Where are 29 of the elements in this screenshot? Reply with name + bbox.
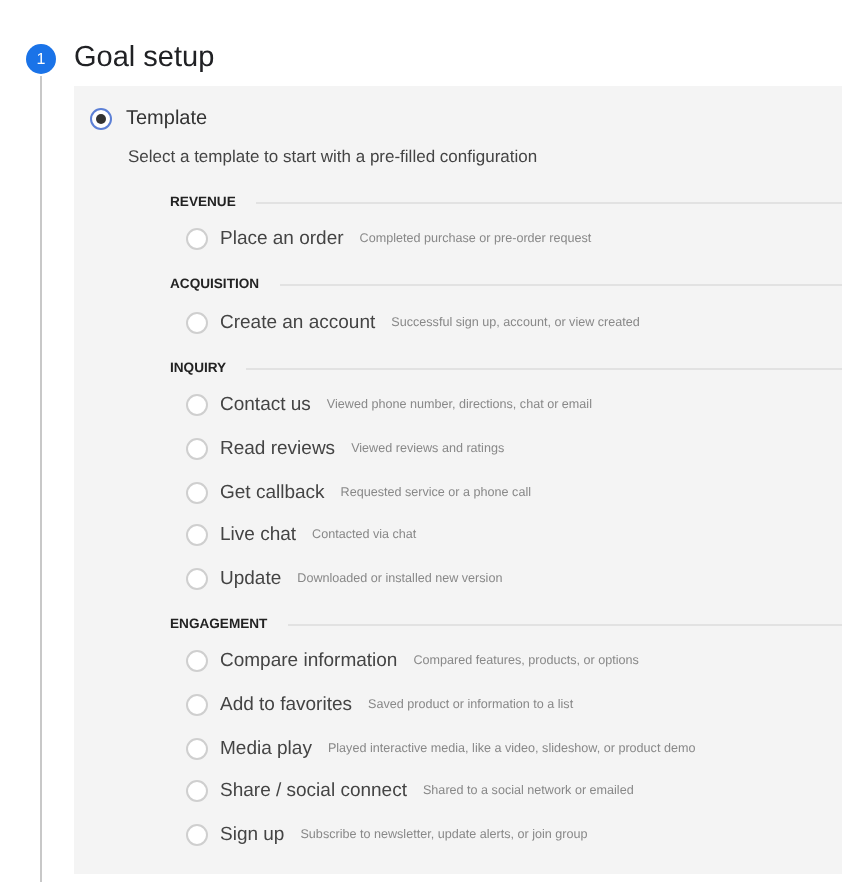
option-label[interactable]: Update bbox=[220, 567, 282, 590]
radio-button[interactable] bbox=[186, 650, 208, 673]
option-label[interactable]: Read reviews bbox=[220, 438, 336, 461]
option-label[interactable]: Live chat bbox=[220, 524, 297, 547]
radio-button[interactable] bbox=[186, 481, 208, 504]
option-label[interactable]: Create an account bbox=[220, 311, 376, 334]
radio-button[interactable] bbox=[186, 780, 208, 803]
instruction-text: Select a template to start with a pre-filled configuration bbox=[128, 146, 540, 166]
radio-button[interactable] bbox=[186, 823, 208, 846]
radio-button[interactable] bbox=[186, 438, 208, 461]
option-label[interactable]: Contact us bbox=[220, 394, 311, 417]
radio-button[interactable] bbox=[186, 567, 208, 590]
step-title: Goal setup bbox=[74, 42, 215, 74]
step-number-badge: 1 bbox=[26, 43, 56, 73]
option-label[interactable]: Place an order bbox=[220, 228, 344, 251]
option-label[interactable]: Add to favorites bbox=[220, 694, 353, 717]
option-label[interactable]: Media play bbox=[220, 737, 312, 760]
option-label[interactable]: Compare information bbox=[220, 650, 398, 673]
radio-button[interactable] bbox=[90, 107, 112, 129]
option-label[interactable]: Sign up bbox=[220, 823, 285, 846]
radio-button[interactable] bbox=[186, 394, 208, 417]
radio-button[interactable] bbox=[186, 737, 208, 760]
option-label[interactable]: Share / social connect bbox=[220, 780, 407, 803]
radio-button[interactable] bbox=[186, 228, 208, 251]
radio-button[interactable] bbox=[186, 524, 208, 547]
radio-label[interactable]: Template bbox=[126, 107, 208, 129]
radio-button[interactable] bbox=[186, 311, 208, 334]
radio-button[interactable] bbox=[186, 694, 208, 717]
option-label[interactable]: Get callback bbox=[220, 481, 325, 504]
